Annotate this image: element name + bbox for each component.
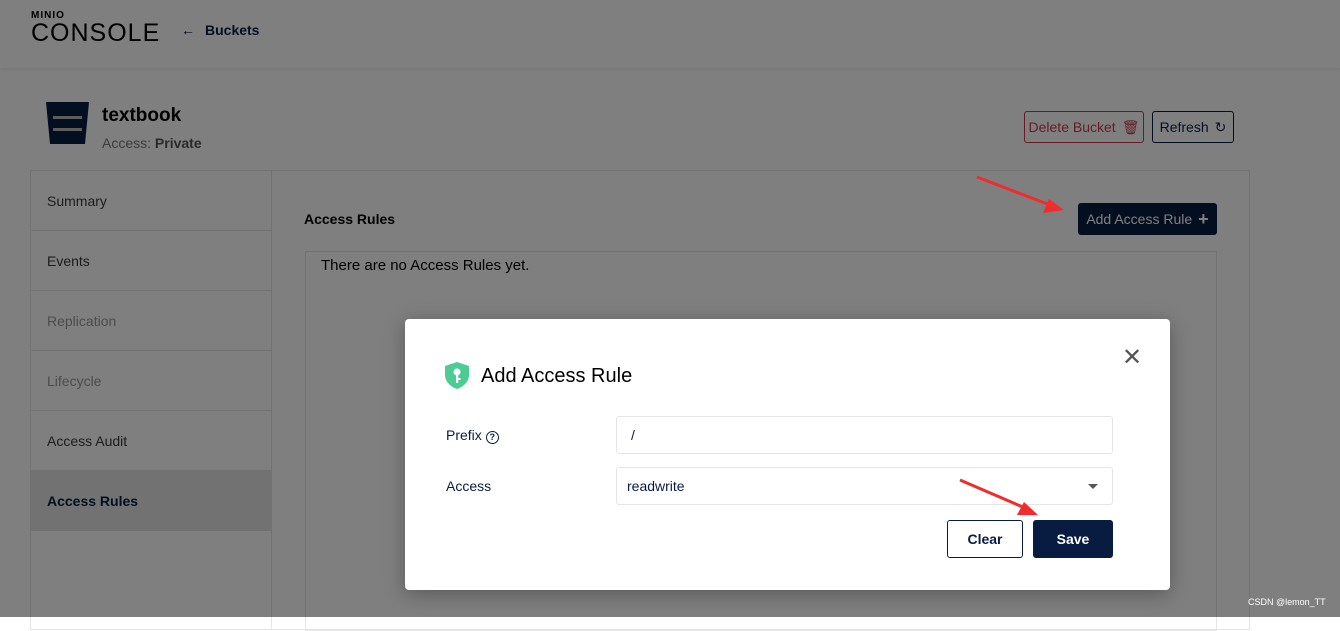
close-icon[interactable]: ✕ [1122,346,1142,370]
watermark: CSDN @lemon_TT [1248,597,1326,607]
clear-button[interactable]: Clear [947,520,1023,558]
access-label: Access [446,478,492,494]
add-access-rule-dialog: Add Access Rule ✕ Prefix ? / Access read… [405,319,1170,590]
chevron-down-icon [1088,484,1098,489]
prefix-input[interactable]: / [616,416,1113,454]
save-button[interactable]: Save [1033,520,1113,558]
shield-key-icon [445,362,469,389]
access-select[interactable]: readwrite [616,467,1113,505]
help-icon[interactable]: ? [485,431,499,444]
prefix-label: Prefix ? [446,427,499,444]
dialog-title: Add Access Rule [481,365,633,387]
